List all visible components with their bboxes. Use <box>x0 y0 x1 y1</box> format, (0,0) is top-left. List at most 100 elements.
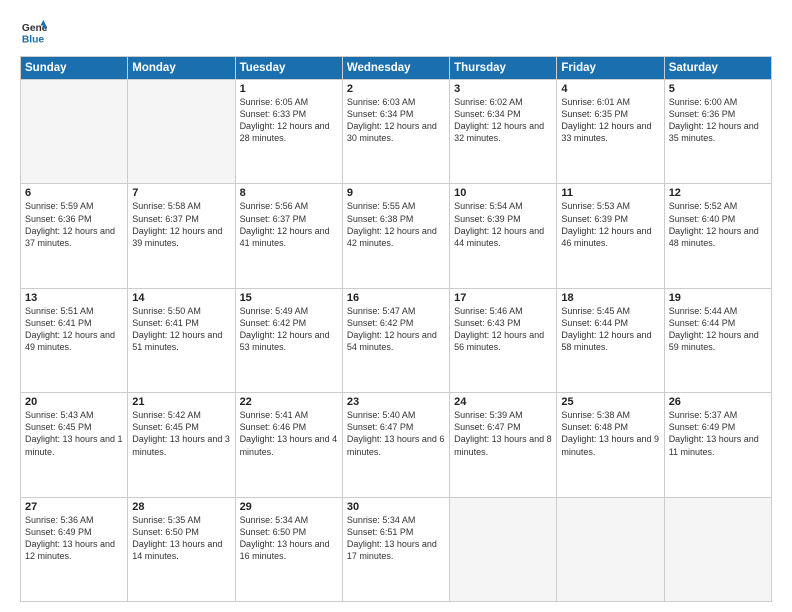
calendar-table: SundayMondayTuesdayWednesdayThursdayFrid… <box>20 56 772 602</box>
cell-details: Sunrise: 5:42 AMSunset: 6:45 PMDaylight:… <box>132 409 230 458</box>
cell-details: Sunrise: 5:58 AMSunset: 6:37 PMDaylight:… <box>132 200 230 249</box>
day-number: 26 <box>669 396 767 408</box>
header-monday: Monday <box>128 57 235 80</box>
cell-details: Sunrise: 5:43 AMSunset: 6:45 PMDaylight:… <box>25 409 123 458</box>
calendar-cell: 12Sunrise: 5:52 AMSunset: 6:40 PMDayligh… <box>664 184 771 288</box>
calendar-week-row: 27Sunrise: 5:36 AMSunset: 6:49 PMDayligh… <box>21 497 772 601</box>
logo: General Blue <box>20 18 54 46</box>
day-number: 24 <box>454 396 552 408</box>
calendar-header-row: SundayMondayTuesdayWednesdayThursdayFrid… <box>21 57 772 80</box>
day-number: 19 <box>669 292 767 304</box>
day-number: 17 <box>454 292 552 304</box>
calendar-cell: 29Sunrise: 5:34 AMSunset: 6:50 PMDayligh… <box>235 497 342 601</box>
cell-details: Sunrise: 5:51 AMSunset: 6:41 PMDaylight:… <box>25 305 123 354</box>
calendar-cell <box>450 497 557 601</box>
day-number: 9 <box>347 187 445 199</box>
calendar-cell: 7Sunrise: 5:58 AMSunset: 6:37 PMDaylight… <box>128 184 235 288</box>
cell-details: Sunrise: 5:56 AMSunset: 6:37 PMDaylight:… <box>240 200 338 249</box>
calendar-week-row: 20Sunrise: 5:43 AMSunset: 6:45 PMDayligh… <box>21 393 772 497</box>
calendar-cell: 23Sunrise: 5:40 AMSunset: 6:47 PMDayligh… <box>342 393 449 497</box>
calendar-cell: 2Sunrise: 6:03 AMSunset: 6:34 PMDaylight… <box>342 80 449 184</box>
calendar-cell: 16Sunrise: 5:47 AMSunset: 6:42 PMDayligh… <box>342 288 449 392</box>
day-number: 11 <box>561 187 659 199</box>
calendar-week-row: 6Sunrise: 5:59 AMSunset: 6:36 PMDaylight… <box>21 184 772 288</box>
day-number: 10 <box>454 187 552 199</box>
cell-details: Sunrise: 5:50 AMSunset: 6:41 PMDaylight:… <box>132 305 230 354</box>
calendar-cell: 26Sunrise: 5:37 AMSunset: 6:49 PMDayligh… <box>664 393 771 497</box>
day-number: 2 <box>347 83 445 95</box>
calendar-cell: 14Sunrise: 5:50 AMSunset: 6:41 PMDayligh… <box>128 288 235 392</box>
cell-details: Sunrise: 6:05 AMSunset: 6:33 PMDaylight:… <box>240 96 338 145</box>
calendar-cell <box>664 497 771 601</box>
calendar-cell: 18Sunrise: 5:45 AMSunset: 6:44 PMDayligh… <box>557 288 664 392</box>
cell-details: Sunrise: 5:53 AMSunset: 6:39 PMDaylight:… <box>561 200 659 249</box>
day-number: 25 <box>561 396 659 408</box>
calendar-cell: 28Sunrise: 5:35 AMSunset: 6:50 PMDayligh… <box>128 497 235 601</box>
calendar-week-row: 1Sunrise: 6:05 AMSunset: 6:33 PMDaylight… <box>21 80 772 184</box>
calendar-cell: 10Sunrise: 5:54 AMSunset: 6:39 PMDayligh… <box>450 184 557 288</box>
cell-details: Sunrise: 5:34 AMSunset: 6:50 PMDaylight:… <box>240 514 338 563</box>
cell-details: Sunrise: 5:41 AMSunset: 6:46 PMDaylight:… <box>240 409 338 458</box>
calendar-cell: 8Sunrise: 5:56 AMSunset: 6:37 PMDaylight… <box>235 184 342 288</box>
cell-details: Sunrise: 5:44 AMSunset: 6:44 PMDaylight:… <box>669 305 767 354</box>
cell-details: Sunrise: 5:46 AMSunset: 6:43 PMDaylight:… <box>454 305 552 354</box>
day-number: 29 <box>240 501 338 513</box>
calendar-cell <box>557 497 664 601</box>
day-number: 4 <box>561 83 659 95</box>
day-number: 1 <box>240 83 338 95</box>
cell-details: Sunrise: 5:54 AMSunset: 6:39 PMDaylight:… <box>454 200 552 249</box>
header-thursday: Thursday <box>450 57 557 80</box>
day-number: 18 <box>561 292 659 304</box>
cell-details: Sunrise: 5:47 AMSunset: 6:42 PMDaylight:… <box>347 305 445 354</box>
calendar-cell: 11Sunrise: 5:53 AMSunset: 6:39 PMDayligh… <box>557 184 664 288</box>
day-number: 21 <box>132 396 230 408</box>
calendar-cell: 25Sunrise: 5:38 AMSunset: 6:48 PMDayligh… <box>557 393 664 497</box>
cell-details: Sunrise: 5:38 AMSunset: 6:48 PMDaylight:… <box>561 409 659 458</box>
cell-details: Sunrise: 5:45 AMSunset: 6:44 PMDaylight:… <box>561 305 659 354</box>
calendar-cell: 5Sunrise: 6:00 AMSunset: 6:36 PMDaylight… <box>664 80 771 184</box>
cell-details: Sunrise: 5:40 AMSunset: 6:47 PMDaylight:… <box>347 409 445 458</box>
calendar-cell: 4Sunrise: 6:01 AMSunset: 6:35 PMDaylight… <box>557 80 664 184</box>
calendar-cell <box>128 80 235 184</box>
cell-details: Sunrise: 5:37 AMSunset: 6:49 PMDaylight:… <box>669 409 767 458</box>
day-number: 6 <box>25 187 123 199</box>
svg-text:Blue: Blue <box>22 34 45 45</box>
day-number: 22 <box>240 396 338 408</box>
day-number: 14 <box>132 292 230 304</box>
day-number: 12 <box>669 187 767 199</box>
header: General Blue <box>20 18 772 46</box>
calendar-cell: 27Sunrise: 5:36 AMSunset: 6:49 PMDayligh… <box>21 497 128 601</box>
day-number: 3 <box>454 83 552 95</box>
calendar-cell: 6Sunrise: 5:59 AMSunset: 6:36 PMDaylight… <box>21 184 128 288</box>
day-number: 15 <box>240 292 338 304</box>
calendar-cell: 21Sunrise: 5:42 AMSunset: 6:45 PMDayligh… <box>128 393 235 497</box>
calendar-cell: 19Sunrise: 5:44 AMSunset: 6:44 PMDayligh… <box>664 288 771 392</box>
day-number: 23 <box>347 396 445 408</box>
cell-details: Sunrise: 5:49 AMSunset: 6:42 PMDaylight:… <box>240 305 338 354</box>
day-number: 30 <box>347 501 445 513</box>
calendar-cell: 15Sunrise: 5:49 AMSunset: 6:42 PMDayligh… <box>235 288 342 392</box>
day-number: 7 <box>132 187 230 199</box>
calendar-week-row: 13Sunrise: 5:51 AMSunset: 6:41 PMDayligh… <box>21 288 772 392</box>
calendar-cell: 1Sunrise: 6:05 AMSunset: 6:33 PMDaylight… <box>235 80 342 184</box>
page: General Blue SundayMondayTuesdayWednesda… <box>0 0 792 612</box>
day-number: 20 <box>25 396 123 408</box>
day-number: 13 <box>25 292 123 304</box>
calendar-cell: 22Sunrise: 5:41 AMSunset: 6:46 PMDayligh… <box>235 393 342 497</box>
cell-details: Sunrise: 5:34 AMSunset: 6:51 PMDaylight:… <box>347 514 445 563</box>
day-number: 27 <box>25 501 123 513</box>
cell-details: Sunrise: 6:03 AMSunset: 6:34 PMDaylight:… <box>347 96 445 145</box>
day-number: 8 <box>240 187 338 199</box>
cell-details: Sunrise: 5:39 AMSunset: 6:47 PMDaylight:… <box>454 409 552 458</box>
header-tuesday: Tuesday <box>235 57 342 80</box>
calendar-cell: 17Sunrise: 5:46 AMSunset: 6:43 PMDayligh… <box>450 288 557 392</box>
logo-icon: General Blue <box>20 18 48 46</box>
header-friday: Friday <box>557 57 664 80</box>
calendar-cell: 13Sunrise: 5:51 AMSunset: 6:41 PMDayligh… <box>21 288 128 392</box>
header-sunday: Sunday <box>21 57 128 80</box>
calendar-cell: 24Sunrise: 5:39 AMSunset: 6:47 PMDayligh… <box>450 393 557 497</box>
day-number: 16 <box>347 292 445 304</box>
day-number: 5 <box>669 83 767 95</box>
cell-details: Sunrise: 5:35 AMSunset: 6:50 PMDaylight:… <box>132 514 230 563</box>
day-number: 28 <box>132 501 230 513</box>
